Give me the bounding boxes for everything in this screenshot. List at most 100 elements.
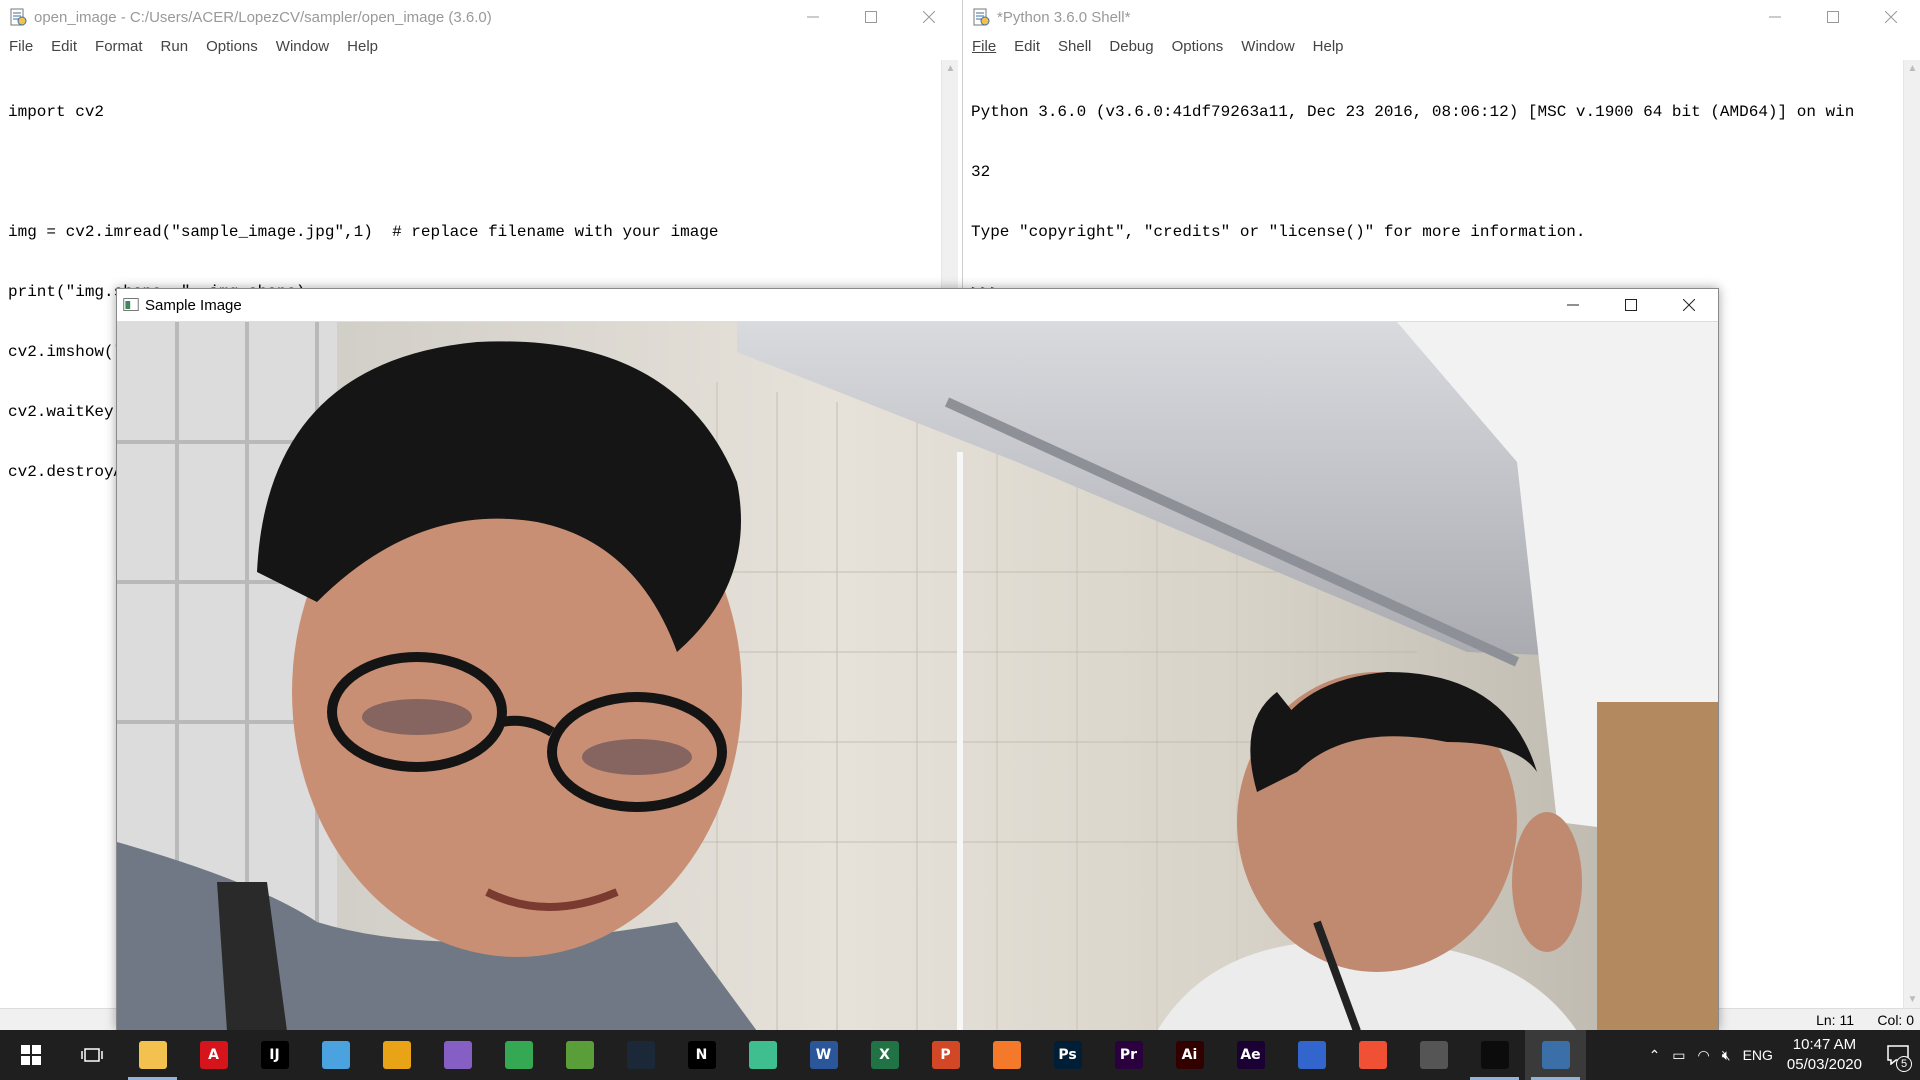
- maximize-button[interactable]: [842, 0, 900, 34]
- menu-run[interactable]: Run: [152, 38, 198, 55]
- editor-menubar: File Edit Format Run Options Window Help: [0, 34, 958, 58]
- 3d-cube-icon: [1419, 1041, 1448, 1069]
- git-icon: [1358, 1041, 1387, 1069]
- python-file-icon: [10, 8, 27, 26]
- shell-menubar: File Edit Shell Debug Options Window Hel…: [963, 34, 1920, 58]
- minimize-icon: [1769, 16, 1781, 18]
- start-button[interactable]: [0, 1030, 61, 1080]
- file-explorer-icon: [138, 1041, 167, 1069]
- menu-help[interactable]: Help: [338, 38, 387, 55]
- taskbar-app-after-effects[interactable]: Ae: [1220, 1030, 1281, 1080]
- chevron-up-icon[interactable]: ⌃: [1649, 1047, 1661, 1064]
- taskbar-app-powerpoint[interactable]: P: [915, 1030, 976, 1080]
- scroll-up-icon[interactable]: ▲: [1904, 60, 1920, 77]
- taskbar-app-adobe-acrobat[interactable]: A: [183, 1030, 244, 1080]
- image-window-title: Sample Image: [145, 296, 242, 314]
- clock[interactable]: 10:47 AM 05/03/2020: [1787, 1035, 1862, 1075]
- taskbar-app-git[interactable]: [1342, 1030, 1403, 1080]
- maximize-button[interactable]: [1602, 288, 1660, 322]
- steam-icon: [626, 1041, 655, 1069]
- taskbar-app-3d-box[interactable]: [305, 1030, 366, 1080]
- code-line: img = cv2.imread("sample_image.jpg",1) #…: [8, 223, 719, 241]
- close-button[interactable]: [900, 0, 958, 34]
- taskbar-app-python-idle[interactable]: [1525, 1030, 1586, 1080]
- close-icon: [923, 11, 935, 23]
- taskbar-app-intellij[interactable]: IJ: [244, 1030, 305, 1080]
- taskbar-app-netflix[interactable]: N: [671, 1030, 732, 1080]
- minimize-button[interactable]: [1544, 288, 1602, 322]
- minimize-button[interactable]: [1746, 0, 1804, 34]
- window-icon: [123, 298, 139, 311]
- status-col: Col: 0: [1877, 1012, 1914, 1028]
- taskbar-app-steam[interactable]: [610, 1030, 671, 1080]
- code-line: ​: [8, 162, 719, 182]
- taskbar-app-blender[interactable]: [976, 1030, 1037, 1080]
- maximize-icon: [865, 11, 877, 23]
- taskbar-app-3d-cube[interactable]: [1403, 1030, 1464, 1080]
- terminal-icon: [1480, 1041, 1509, 1069]
- netflix-icon: N: [687, 1041, 716, 1069]
- sample-image-photo: [117, 322, 1718, 1031]
- menu-window[interactable]: Window: [267, 38, 338, 55]
- menu-help[interactable]: Help: [1304, 38, 1353, 55]
- maximize-icon: [1625, 299, 1637, 311]
- menu-file[interactable]: File: [0, 38, 42, 55]
- task-view-button[interactable]: [61, 1030, 122, 1080]
- close-button[interactable]: [1862, 0, 1920, 34]
- menu-edit[interactable]: Edit: [1005, 38, 1049, 55]
- menu-debug[interactable]: Debug: [1100, 38, 1162, 55]
- scroll-up-icon[interactable]: ▲: [942, 60, 958, 77]
- taskbar-app-word[interactable]: W: [793, 1030, 854, 1080]
- wifi-icon[interactable]: ◠: [1698, 1047, 1710, 1064]
- taskbar-app-chrome[interactable]: [488, 1030, 549, 1080]
- scroll-down-icon[interactable]: ▼: [1904, 991, 1920, 1008]
- image-window[interactable]: Sample Image: [116, 288, 1719, 1031]
- visual-studio-icon: [443, 1041, 472, 1069]
- menu-options[interactable]: Options: [197, 38, 267, 55]
- menu-window[interactable]: Window: [1232, 38, 1303, 55]
- taskbar-app-terminal[interactable]: [1464, 1030, 1525, 1080]
- adobe-acrobat-icon: A: [199, 1041, 228, 1069]
- image-window-titlebar[interactable]: Sample Image: [117, 289, 1718, 322]
- taskbar-app-image-editor[interactable]: [549, 1030, 610, 1080]
- maximize-button[interactable]: [1804, 0, 1862, 34]
- code-line: import cv2: [8, 103, 105, 121]
- editor-titlebar[interactable]: open_image - C:/Users/ACER/LopezCV/sampl…: [0, 0, 958, 34]
- menu-shell[interactable]: Shell: [1049, 38, 1100, 55]
- shell-title: *Python 3.6.0 Shell*: [997, 8, 1131, 26]
- 3d-box-icon: [321, 1041, 350, 1069]
- battery-icon[interactable]: ▭: [1672, 1047, 1685, 1064]
- taskbar-app-file-explorer[interactable]: [122, 1030, 183, 1080]
- shell-banner: 32: [971, 163, 991, 181]
- taskbar-app-illustrator[interactable]: Ai: [1159, 1030, 1220, 1080]
- intellij-icon: IJ: [260, 1041, 289, 1069]
- editor-title: open_image - C:/Users/ACER/LopezCV/sampl…: [34, 8, 492, 26]
- after-effects-icon: Ae: [1236, 1041, 1265, 1069]
- taskbar-app-visual-studio[interactable]: [427, 1030, 488, 1080]
- menu-format[interactable]: Format: [86, 38, 152, 55]
- taskbar-app-unity-hub[interactable]: [1281, 1030, 1342, 1080]
- taskbar-app-excel[interactable]: X: [854, 1030, 915, 1080]
- minimize-icon: [1567, 304, 1579, 306]
- minimize-button[interactable]: [784, 0, 842, 34]
- menu-options[interactable]: Options: [1163, 38, 1233, 55]
- minimize-icon: [807, 16, 819, 18]
- taskbar-app-color-tiles[interactable]: [366, 1030, 427, 1080]
- language-indicator[interactable]: ENG: [1743, 1047, 1773, 1063]
- close-button[interactable]: [1660, 288, 1718, 322]
- close-icon: [1885, 11, 1897, 23]
- menu-file[interactable]: File: [963, 38, 1005, 55]
- taskbar-app-photoshop[interactable]: Ps: [1037, 1030, 1098, 1080]
- taskbar-app-atom[interactable]: [732, 1030, 793, 1080]
- notifications-button[interactable]: 5: [1876, 1030, 1920, 1080]
- shell-titlebar[interactable]: *Python 3.6.0 Shell*: [963, 0, 1920, 34]
- volume-muted-icon[interactable]: 🔇︎: [1722, 1047, 1731, 1064]
- chrome-icon: [504, 1041, 533, 1069]
- image-editor-icon: [565, 1041, 594, 1069]
- close-icon: [1683, 299, 1695, 311]
- photoshop-icon: Ps: [1053, 1041, 1082, 1069]
- notification-count: 5: [1896, 1056, 1912, 1072]
- menu-edit[interactable]: Edit: [42, 38, 86, 55]
- taskbar-app-premiere[interactable]: Pr: [1098, 1030, 1159, 1080]
- shell-scrollbar[interactable]: ▲ ▼: [1903, 60, 1920, 1008]
